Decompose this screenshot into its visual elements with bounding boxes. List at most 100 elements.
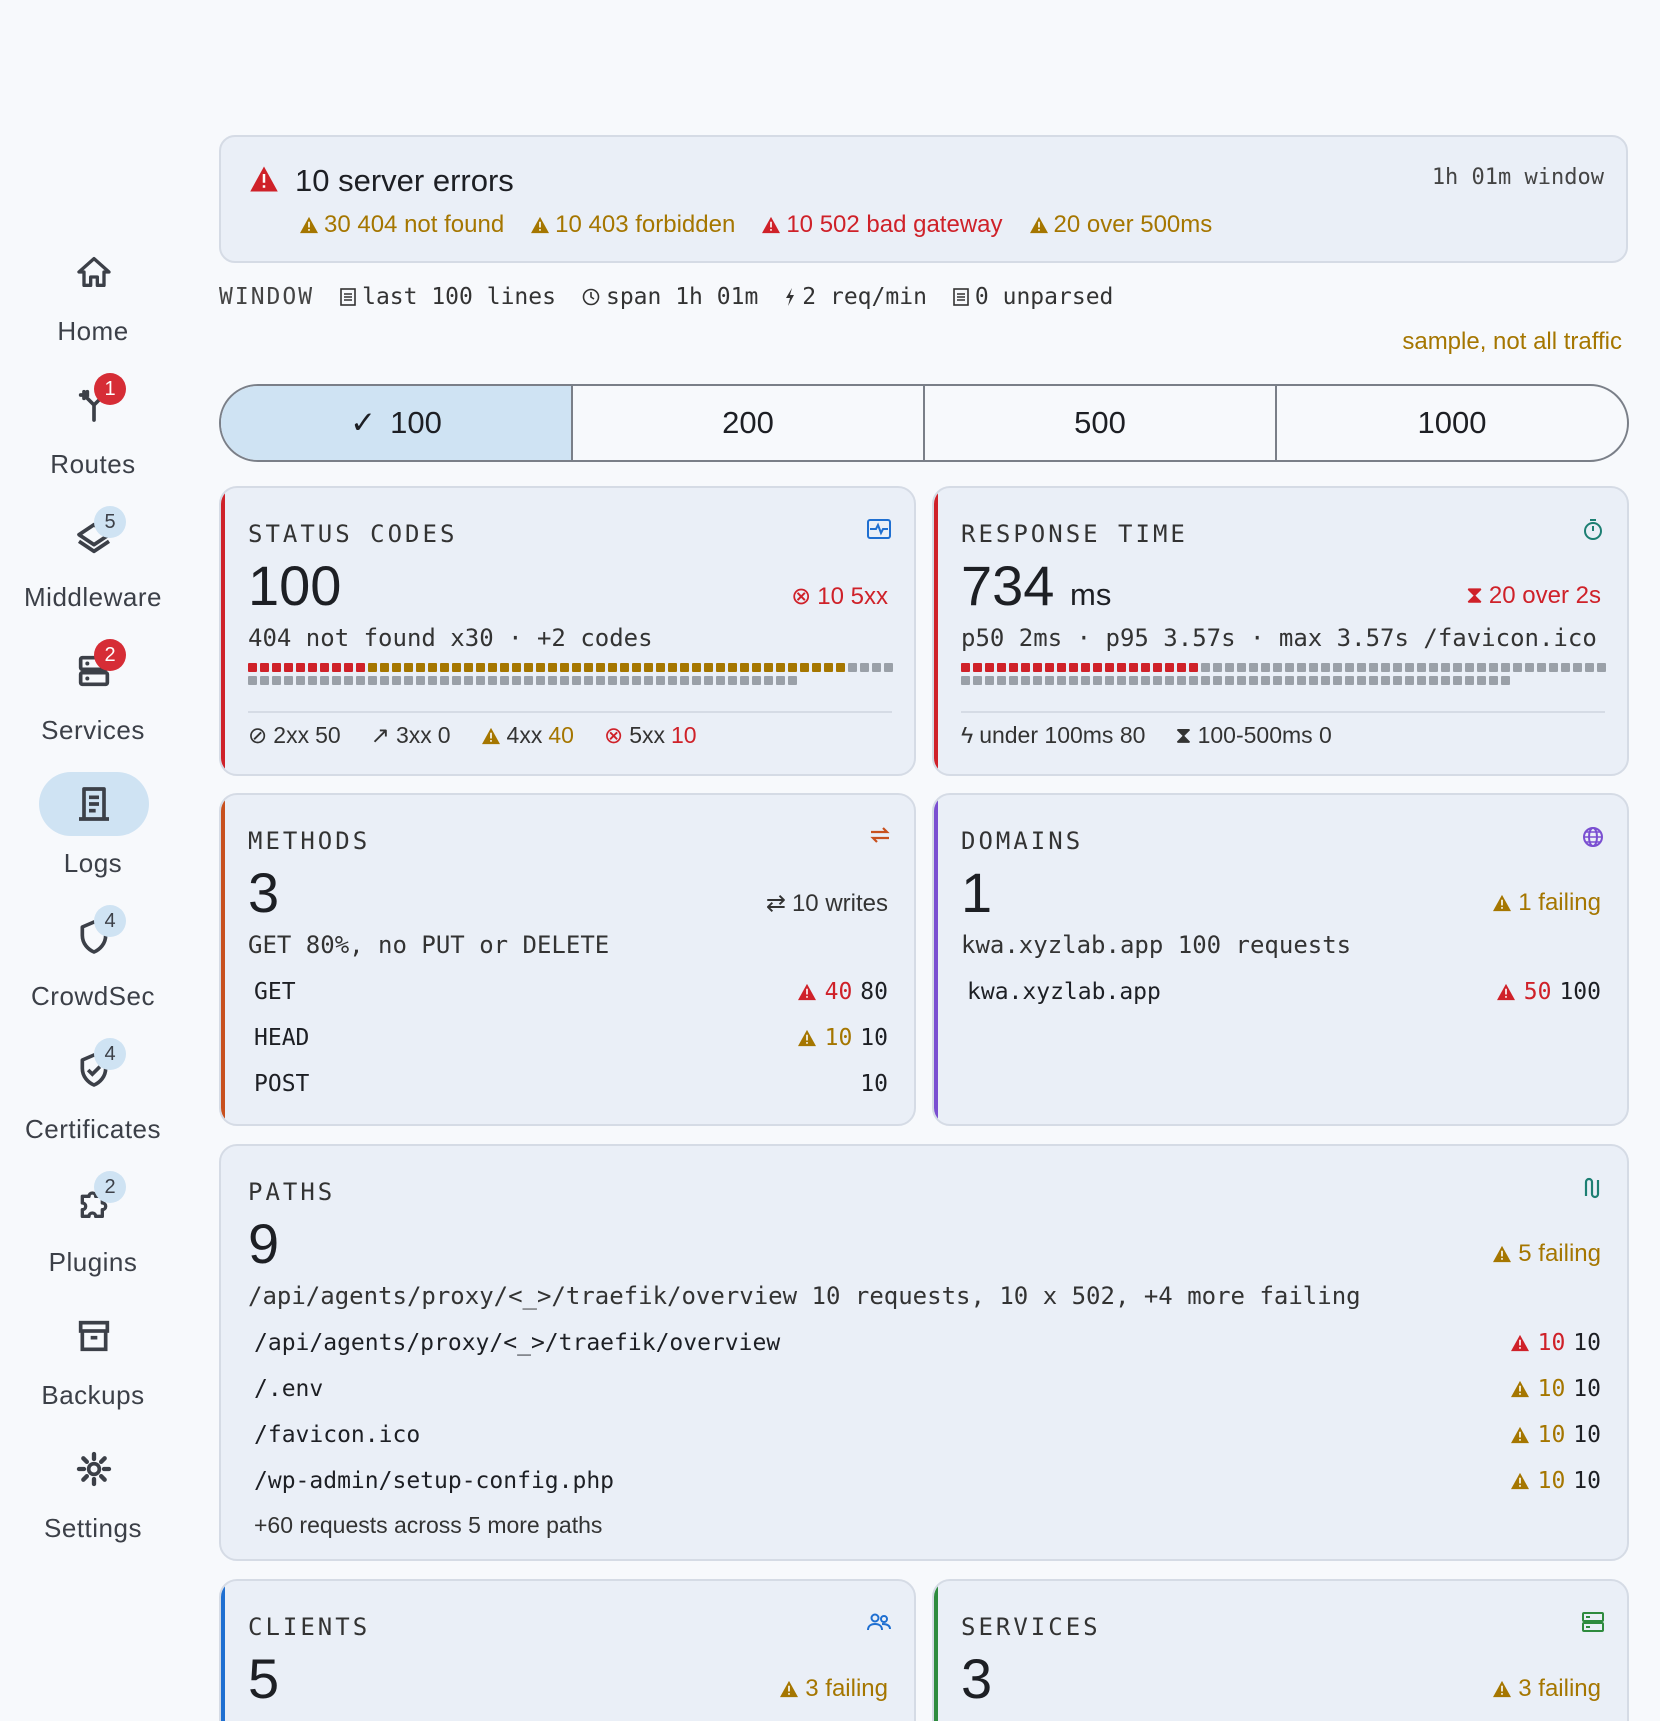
card-right-text: 3 failing [805, 1675, 888, 1702]
request-dot [1057, 663, 1066, 672]
request-dot [728, 663, 737, 672]
check-icon: ✓ [350, 405, 377, 440]
request-dot [1237, 676, 1246, 685]
domains-card[interactable]: DOMAINS 1 1 failing kwa.xyzlab.app 100 r… [932, 793, 1629, 1126]
request-dot [704, 676, 713, 685]
sample-note: sample, not all traffic [1402, 328, 1622, 355]
card-right-text: 5 failing [1518, 1240, 1601, 1267]
request-dot [380, 663, 389, 672]
request-dot [1357, 663, 1366, 672]
request-dot [572, 676, 581, 685]
warning-icon [300, 216, 318, 234]
request-dot [680, 676, 689, 685]
request-dot [500, 663, 509, 672]
warning-icon [780, 1680, 799, 1698]
sidebar-item-routes[interactable]: 1 Routes [0, 373, 186, 493]
banner-item-502[interactable]: 10 502 bad gateway [761, 211, 1003, 239]
card-unit: ms [1070, 577, 1112, 612]
list-item[interactable]: /favicon.ico 10 10 [254, 1412, 1601, 1458]
sidebar-item-services[interactable]: 2 Services [0, 639, 186, 759]
request-dot [740, 663, 749, 672]
request-dot [524, 676, 533, 685]
sidebar-item-settings[interactable]: Settings [0, 1437, 186, 1557]
request-dot [1429, 663, 1438, 672]
request-dot [644, 676, 653, 685]
sidebar-item-home[interactable]: Home [0, 240, 186, 360]
request-dot [572, 663, 581, 672]
list-item[interactable]: POST 10 [254, 1061, 888, 1107]
request-dot [560, 663, 569, 672]
request-dot [404, 676, 413, 685]
banner-item-slow[interactable]: 20 over 500ms [1029, 211, 1212, 239]
sidebar-item-certificates[interactable]: 4 Certificates [0, 1038, 186, 1158]
route-icon [1584, 1177, 1600, 1199]
response-time-card[interactable]: RESPONSE TIME 734 ms ⧗ 20 over 2s p50 2ms… [932, 486, 1629, 776]
request-dot [320, 676, 329, 685]
request-dot [404, 663, 413, 672]
request-dot [668, 663, 677, 672]
banner-item-403[interactable]: 10 403 forbidden [530, 211, 735, 239]
request-dot [1225, 663, 1234, 672]
bolt-icon [786, 288, 795, 306]
list-item[interactable]: GET 40 80 [254, 969, 888, 1015]
list-item[interactable]: HEAD 10 10 [254, 1015, 888, 1061]
sidebar-item-label: Home [57, 316, 129, 346]
request-dot [416, 663, 425, 672]
sidebar-item-backups[interactable]: Backups [0, 1304, 186, 1424]
receipt-icon [39, 772, 149, 836]
request-dot [1357, 676, 1366, 685]
request-dot [716, 663, 725, 672]
request-dot [476, 663, 485, 672]
request-dot [608, 663, 617, 672]
methods-card[interactable]: METHODS 3 ⇄ 10 writes GET 80%, no PUT or … [219, 793, 916, 1126]
list-item[interactable]: /wp-admin/setup-config.php 10 10 [254, 1458, 1601, 1504]
request-dot [416, 676, 425, 685]
services-card[interactable]: SERVICES 3 3 failing [932, 1579, 1629, 1721]
more-paths-link[interactable]: +60 requests across 5 more paths [254, 1512, 602, 1539]
request-dot [1465, 663, 1474, 672]
request-dot [1453, 676, 1462, 685]
status-legend: ⊘ 2xx 50 ↗ 3xx 0 4xx 40 ⊗ 5xx 10 [248, 722, 697, 748]
card-title: METHODS [248, 827, 371, 855]
request-dot [1453, 663, 1462, 672]
sidebar-item-crowdsec[interactable]: 4 CrowdSec [0, 905, 186, 1025]
card-sub: /api/agents/proxy/<_>/traefik/overview 1… [248, 1282, 1361, 1310]
request-dot [1345, 663, 1354, 672]
card-title: CLIENTS [248, 1613, 371, 1641]
request-dot [1573, 663, 1582, 672]
sidebar-item-middleware[interactable]: 5 Middleware [0, 506, 186, 626]
request-dot [596, 676, 605, 685]
card-right-text: 10 5xx [817, 582, 888, 610]
request-dot [356, 676, 365, 685]
request-dot [1381, 663, 1390, 672]
segment-1000[interactable]: 1000 [1275, 386, 1627, 460]
request-dot [428, 663, 437, 672]
request-dot [1369, 676, 1378, 685]
request-dot [452, 663, 461, 672]
card-title: DOMAINS [961, 827, 1084, 855]
segment-200[interactable]: 200 [571, 386, 923, 460]
request-dot [1105, 663, 1114, 672]
segment-500[interactable]: 500 [923, 386, 1275, 460]
card-value: 9 [248, 1212, 280, 1275]
clients-card[interactable]: CLIENTS 5 3 failing [219, 1579, 916, 1721]
list-item[interactable]: /api/agents/proxy/<_>/traefik/overview 10… [254, 1320, 1601, 1366]
request-dot [1309, 676, 1318, 685]
list-item[interactable]: /.env 10 10 [254, 1366, 1601, 1412]
request-dot [1441, 676, 1450, 685]
methods-list: GET 40 80 HEAD 10 10 POST 10 [254, 969, 888, 1107]
sidebar-item-logs[interactable]: Logs [0, 772, 186, 892]
warning-icon [1510, 1334, 1529, 1352]
monitor-heart-icon [867, 519, 891, 539]
segment-100[interactable]: ✓ 100 [221, 386, 571, 460]
paths-card[interactable]: PATHS 9 5 failing /api/agents/proxy/<_>/… [219, 1144, 1629, 1561]
sidebar-item-plugins[interactable]: 2 Plugins [0, 1171, 186, 1291]
status-codes-card[interactable]: STATUS CODES 100 ⊗ 10 5xx 404 not found x… [219, 486, 916, 776]
request-dot [1165, 663, 1174, 672]
request-dot [1345, 676, 1354, 685]
banner-item-404[interactable]: 30 404 not found [299, 211, 504, 239]
card-value: 734 [961, 554, 1055, 617]
list-item[interactable]: kwa.xyzlab.app 50 100 [967, 969, 1601, 1015]
clock-icon [582, 288, 600, 306]
request-dot [320, 663, 329, 672]
